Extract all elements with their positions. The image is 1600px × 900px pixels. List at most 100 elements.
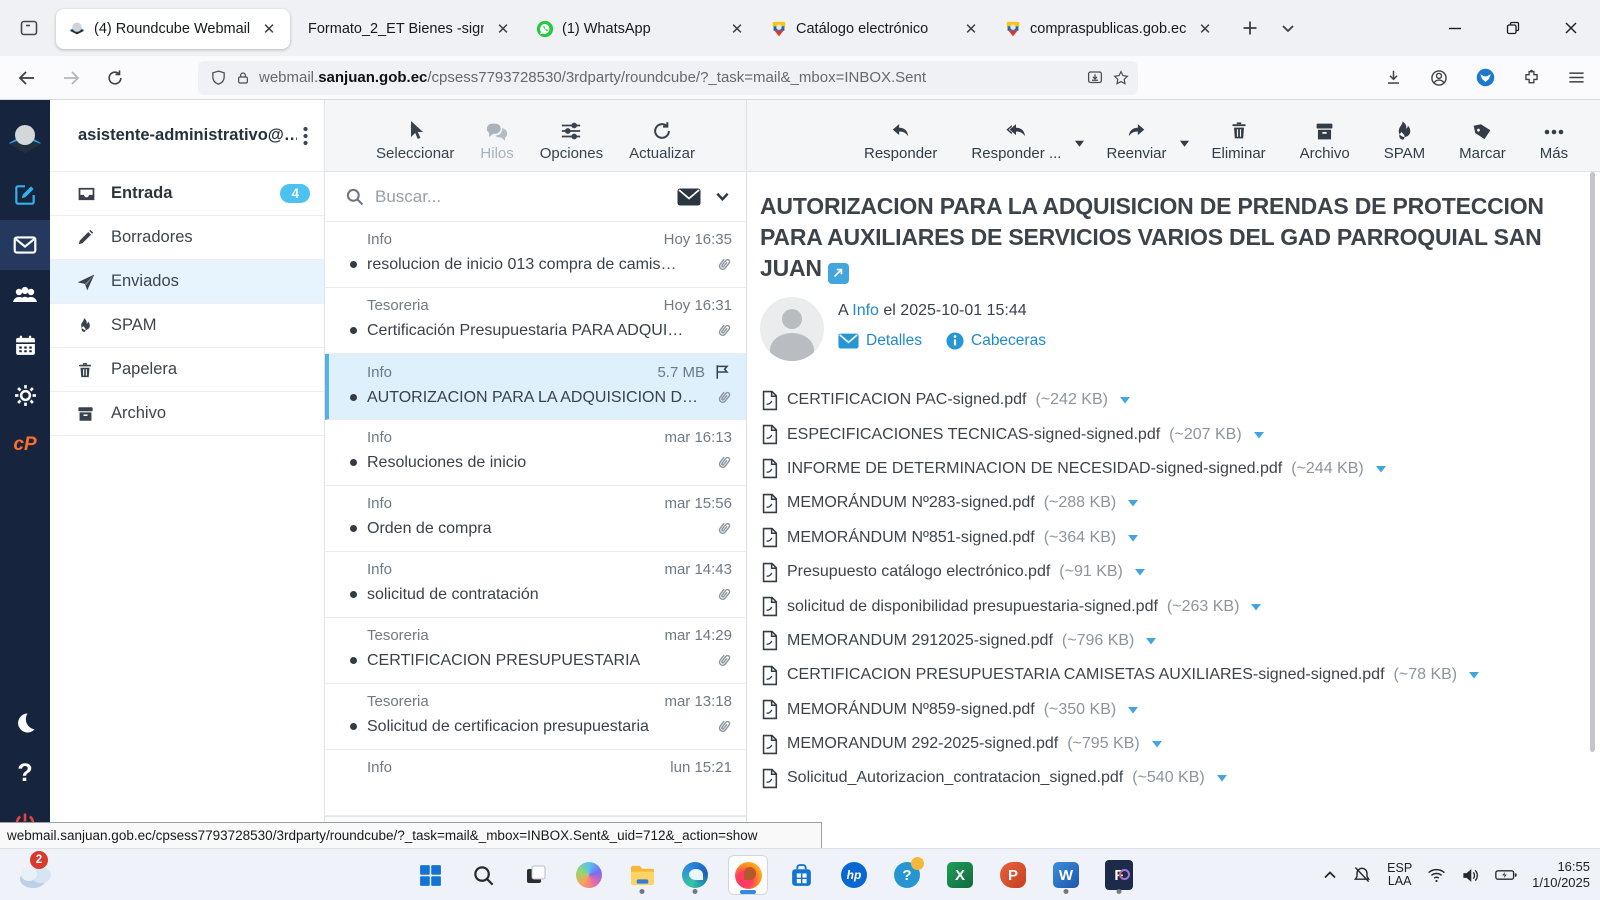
message-row[interactable]: Infomar 14:43 solicitud de contratación <box>325 552 746 618</box>
viewer-scrollbar[interactable] <box>1590 172 1595 752</box>
attachment-item[interactable]: Presupuesto catálogo electrónico.pdf (~9… <box>761 555 1600 589</box>
powerpoint-button[interactable]: P <box>993 855 1033 895</box>
attachment-menu-caret-icon[interactable] <box>1145 636 1157 646</box>
tab-close-icon[interactable]: ✕ <box>492 18 514 40</box>
threads-button[interactable]: Hilos <box>480 118 513 162</box>
attachment-menu-caret-icon[interactable] <box>1375 464 1387 474</box>
cpanel-icon[interactable]: cP <box>0 420 50 470</box>
reload-icon[interactable] <box>98 61 132 95</box>
excel-button[interactable]: X <box>940 855 980 895</box>
message-row[interactable]: Infomar 15:56 Orden de compra <box>325 486 746 552</box>
new-tab-icon[interactable] <box>1234 12 1266 44</box>
message-row[interactable]: TesoreriaHoy 16:31 Certificación Presupu… <box>325 288 746 354</box>
folder-spam[interactable]: SPAM <box>50 304 324 348</box>
folder-papelera[interactable]: Papelera <box>50 348 324 392</box>
attachment-item[interactable]: MEMORÁNDUM Nº283-signed.pdf (~288 KB) <box>761 486 1600 520</box>
attachment-menu-caret-icon[interactable] <box>1216 773 1228 783</box>
battery-icon[interactable] <box>1495 868 1517 882</box>
reply-all-caret-icon[interactable] <box>1074 139 1085 148</box>
settings-nav-icon[interactable] <box>0 370 50 420</box>
tab-compraspublicas[interactable]: compraspublicas.gob.ec/P ✕ <box>992 9 1226 49</box>
folder-archivo[interactable]: Archivo <box>50 392 324 436</box>
options-button[interactable]: Opciones <box>540 118 603 162</box>
lock-icon[interactable] <box>235 70 251 86</box>
close-window-button[interactable] <box>1542 0 1600 56</box>
folder-borradores[interactable]: Borradores <box>50 216 324 260</box>
forward-caret-icon[interactable] <box>1179 139 1190 148</box>
forward-button[interactable]: Reenviar <box>1093 116 1179 162</box>
message-row-selected[interactable]: Info5.7 MB AUTORIZACION PARA LA ADQUISIC… <box>325 354 746 420</box>
url-bar[interactable]: webmail.sanjuan.gob.ec/cpsess7793728530/… <box>198 61 1138 95</box>
message-row[interactable]: Tesoreriamar 14:29 CERTIFICACION PRESUPU… <box>325 618 746 684</box>
taskbar-search-button[interactable] <box>463 855 503 895</box>
flag-icon[interactable] <box>713 363 732 381</box>
message-row[interactable]: InfoHoy 16:35 resolucion de inicio 013 c… <box>325 222 746 288</box>
attachment-menu-caret-icon[interactable] <box>1119 395 1131 405</box>
attachment-menu-caret-icon[interactable] <box>1151 739 1163 749</box>
tab-close-icon[interactable]: ✕ <box>258 18 280 40</box>
firefox-button[interactable] <box>728 855 768 895</box>
attachment-menu-caret-icon[interactable] <box>1127 705 1139 715</box>
tab-close-icon[interactable]: ✕ <box>726 18 748 40</box>
extension-badge-icon[interactable] <box>1475 67 1496 88</box>
reply-all-button[interactable]: Responder ... <box>958 116 1074 162</box>
folder-entrada[interactable]: Entrada 4 <box>50 172 324 216</box>
tab-whatsapp[interactable]: (1) WhatsApp ✕ <box>524 9 758 49</box>
search-input[interactable] <box>375 187 667 207</box>
message-row[interactable]: Tesoreriamar 13:18 Solicitud de certific… <box>325 684 746 750</box>
attachment-item[interactable]: Solicitud_Autorizacion_contratacion_sign… <box>761 761 1600 795</box>
search-scope-mail-icon[interactable] <box>677 188 701 206</box>
hp-app-button[interactable]: hp <box>834 855 874 895</box>
select-button[interactable]: Seleccionar <box>376 118 454 162</box>
attachment-item[interactable]: MEMORANDUM 2912025-signed.pdf (~796 KB) <box>761 624 1600 658</box>
refresh-button[interactable]: Actualizar <box>629 118 695 162</box>
message-row[interactable]: Infomar 16:13 Resoluciones de inicio <box>325 420 746 486</box>
word-button[interactable]: W <box>1046 855 1086 895</box>
language-indicator[interactable]: ESPLAA <box>1387 862 1412 888</box>
weather-widget[interactable]: 2 <box>16 855 60 895</box>
calendar-nav-icon[interactable] <box>0 320 50 370</box>
folder-enviados[interactable]: Enviados <box>50 260 324 304</box>
minimize-button[interactable] <box>1426 0 1484 56</box>
microsoft-store-button[interactable] <box>781 855 821 895</box>
spam-button[interactable]: SPAM <box>1371 116 1438 162</box>
contacts-nav-icon[interactable] <box>0 270 50 320</box>
save-page-icon[interactable] <box>1086 69 1104 87</box>
clock[interactable]: 16:551/10/2025 <box>1532 859 1590 891</box>
compose-icon[interactable] <box>0 170 50 220</box>
account-menu-kebab-icon[interactable] <box>297 122 314 150</box>
attachment-menu-caret-icon[interactable] <box>1127 533 1139 543</box>
tab-roundcube[interactable]: (4) Roundcube Webmail :: ✕ <box>56 9 290 49</box>
delete-button[interactable]: Eliminar <box>1198 116 1278 162</box>
tab-close-icon[interactable]: ✕ <box>1194 18 1216 40</box>
do-not-disturb-icon[interactable] <box>1352 865 1372 885</box>
tab-list-chevron-icon[interactable] <box>1272 12 1304 44</box>
tab-catalogo[interactable]: Catálogo electrónico ✕ <box>758 9 992 49</box>
restore-button[interactable] <box>1484 0 1542 56</box>
attachment-item[interactable]: solicitud de disponibilidad presupuestar… <box>761 589 1600 623</box>
search-options-chevron-icon[interactable] <box>715 189 730 204</box>
copilot-button[interactable] <box>569 855 609 895</box>
wifi-icon[interactable] <box>1427 867 1446 883</box>
attachment-menu-caret-icon[interactable] <box>1250 602 1262 612</box>
tab-formato[interactable]: Formato_2_ET Bienes -signed- ✕ <box>290 9 524 49</box>
attachment-menu-caret-icon[interactable] <box>1134 567 1146 577</box>
edge-button[interactable] <box>675 855 715 895</box>
attachment-item[interactable]: CERTIFICACION PRESUPUESTARIA CAMISETAS A… <box>761 658 1600 692</box>
account-icon[interactable] <box>1429 68 1449 88</box>
reply-button[interactable]: Responder <box>851 116 950 162</box>
more-button[interactable]: Más <box>1527 116 1581 162</box>
help-app-button[interactable]: ? <box>887 855 927 895</box>
attachment-item[interactable]: ESPECIFICACIONES TECNICAS-signed-signed.… <box>761 417 1600 451</box>
details-toggle[interactable]: Detalles <box>838 332 922 350</box>
vertical-tabs-icon[interactable] <box>12 11 46 45</box>
shield-icon[interactable] <box>210 69 227 86</box>
dark-mode-moon-icon[interactable] <box>0 698 50 748</box>
menu-hamburger-icon[interactable] <box>1567 68 1586 87</box>
recipient-link[interactable]: Info <box>852 302 879 319</box>
mail-nav-icon[interactable] <box>0 220 50 270</box>
attachment-item[interactable]: MEMORANDUM 292-2025-signed.pdf (~795 KB) <box>761 727 1600 761</box>
volume-icon[interactable] <box>1461 867 1480 884</box>
firmaec-button[interactable]: F <box>1099 855 1139 895</box>
open-in-new-window-icon[interactable] <box>828 263 849 284</box>
